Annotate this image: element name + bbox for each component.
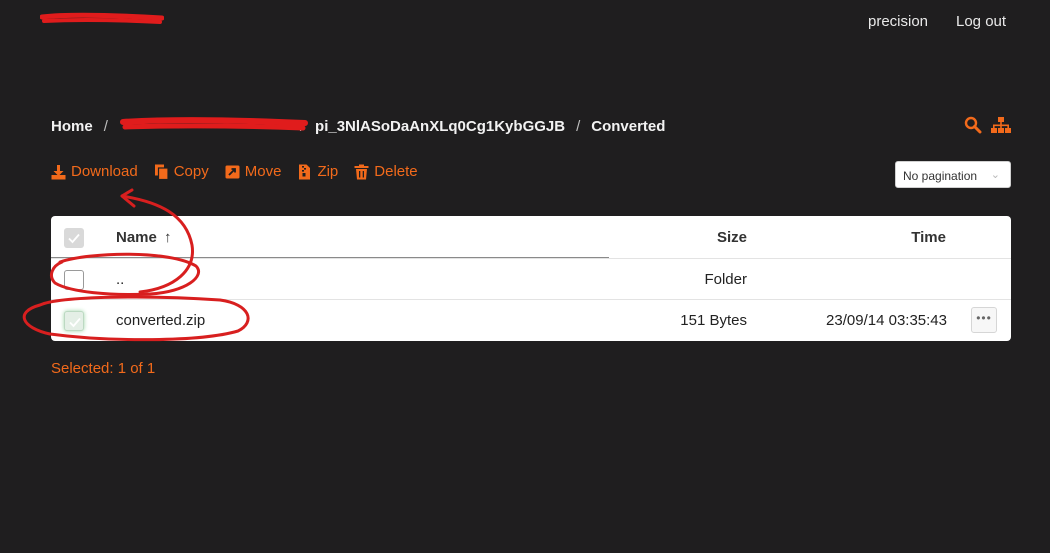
pagination-value: No pagination	[903, 169, 978, 183]
pagination-select[interactable]: No pagination ⌄	[895, 161, 1011, 188]
file-size: Folder	[704, 271, 747, 288]
file-table: Name ↑ Size Time .. Folder converted.zip…	[51, 216, 1011, 341]
checkmark-icon	[69, 317, 81, 328]
selection-status: Selected: 1 of 1	[51, 360, 156, 377]
breadcrumb-separator: /	[103, 117, 108, 135]
zip-label: Zip	[317, 163, 339, 180]
action-toolbar: Download Copy Move Zip Delete	[51, 163, 418, 180]
table-row[interactable]: .. Folder	[51, 258, 1011, 300]
logout-link[interactable]: Log out	[956, 13, 1006, 30]
annotation-arrow-head	[120, 188, 136, 208]
more-icon[interactable]: •••	[971, 307, 997, 333]
download-label: Download	[71, 163, 138, 180]
sitemap-icon[interactable]	[990, 116, 1012, 134]
download-icon	[51, 164, 66, 179]
select-all-checkbox[interactable]	[64, 228, 84, 248]
sort-ascending-icon: ↑	[164, 229, 172, 246]
breadcrumb-folder[interactable]: pi_3NlASoDaAnXLq0Cg1KybGGJB	[315, 118, 565, 135]
delete-icon	[354, 164, 369, 179]
file-name[interactable]: ..	[116, 271, 124, 288]
zip-icon	[299, 164, 311, 179]
download-button[interactable]: Download	[51, 163, 138, 180]
redacted-logo	[40, 12, 164, 24]
search-icon[interactable]	[964, 116, 982, 134]
table-header: Name ↑ Size Time	[51, 216, 1011, 259]
zip-button[interactable]: Zip	[297, 163, 338, 180]
top-bar: precision Log out	[0, 0, 1050, 44]
checkmark-icon	[68, 233, 80, 244]
column-header-time[interactable]: Time	[911, 229, 946, 246]
breadcrumb: Home / / pi_3NlASoDaAnXLq0Cg1KybGGJB / C…	[51, 116, 665, 136]
breadcrumb-home[interactable]: Home	[51, 118, 93, 135]
copy-icon	[154, 164, 169, 180]
copy-button[interactable]: Copy	[154, 163, 209, 180]
breadcrumb-separator: /	[576, 117, 581, 135]
file-size: 151 Bytes	[680, 312, 747, 329]
user-link[interactable]: precision	[868, 13, 928, 30]
delete-button[interactable]: Delete	[354, 163, 418, 180]
file-time: 23/09/14 03:35:43	[826, 312, 947, 329]
move-icon	[225, 165, 240, 178]
breadcrumb-redacted-item[interactable]	[119, 117, 308, 135]
move-label: Move	[244, 163, 282, 180]
row-checkbox[interactable]	[64, 270, 84, 290]
column-header-name[interactable]: Name ↑	[116, 229, 172, 246]
breadcrumb-current: Converted	[591, 117, 666, 135]
header-tools	[964, 116, 1012, 134]
chevron-down-icon: ⌄	[990, 169, 1000, 181]
column-header-size[interactable]: Size	[717, 229, 747, 246]
move-button[interactable]: Move	[225, 163, 282, 180]
delete-label: Delete	[374, 163, 418, 180]
copy-label: Copy	[173, 163, 209, 180]
row-checkbox-checked[interactable]	[64, 311, 84, 331]
file-name[interactable]: converted.zip	[116, 312, 205, 329]
table-row[interactable]: converted.zip 151 Bytes 23/09/14 03:35:4…	[51, 299, 1011, 341]
